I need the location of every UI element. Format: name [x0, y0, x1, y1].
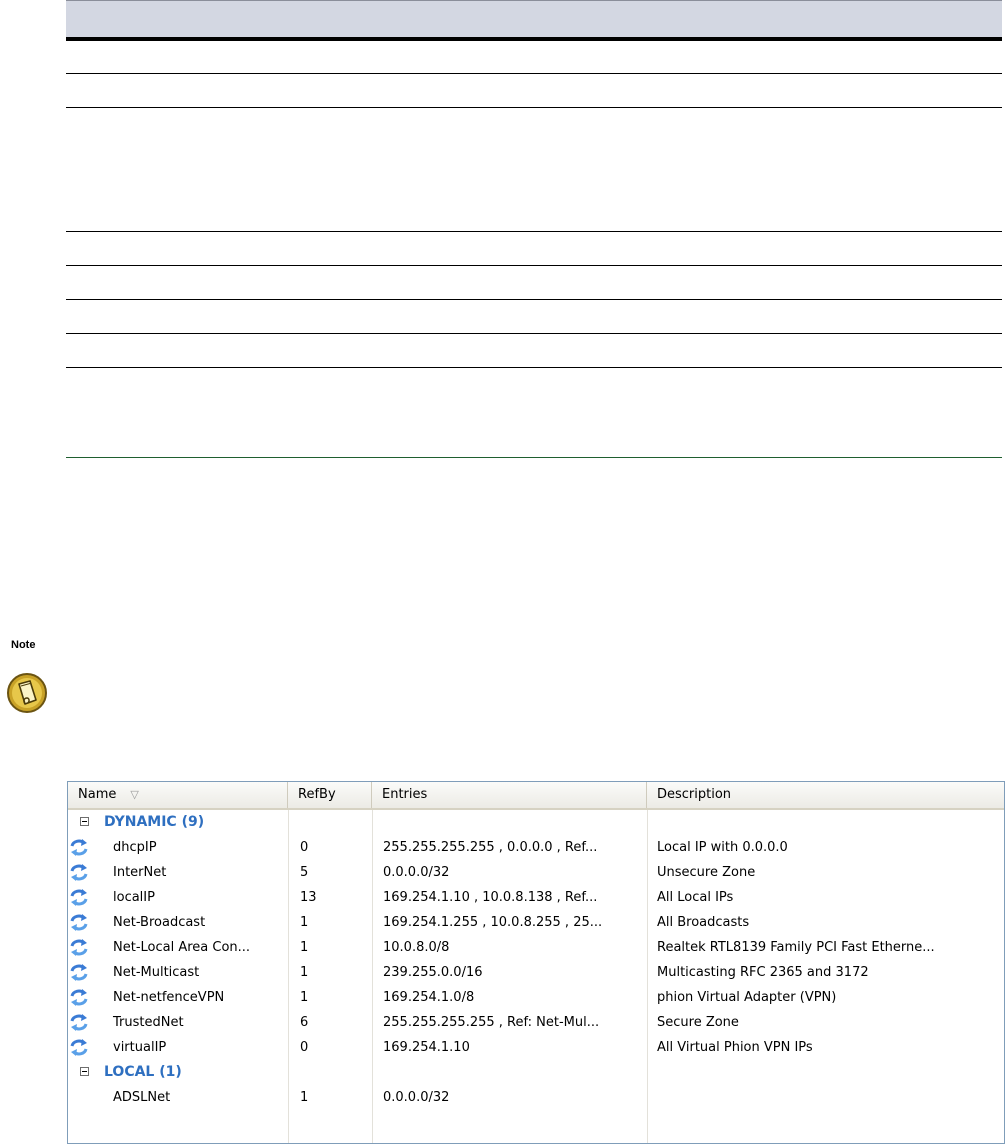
- name-cell: TrustedNet: [68, 1010, 288, 1035]
- refby-cell: 1: [300, 990, 309, 1005]
- dynamic-refresh-icon: [70, 939, 88, 956]
- column-header-name[interactable]: Name ▽: [68, 782, 288, 808]
- object-name: dhcpIP: [113, 840, 157, 855]
- entries-cell: 169.254.1.10: [383, 1040, 470, 1055]
- description-cell: All Virtual Phion VPN IPs: [657, 1040, 813, 1055]
- description-cell: [657, 1085, 997, 1110]
- description-cell: Unsecure Zone: [657, 865, 756, 880]
- network-objects-list[interactable]: Name ▽ RefBy Entries Description DYNAMIC …: [67, 781, 1005, 1144]
- entries-cell: 0.0.0.0/32: [383, 865, 450, 880]
- description-cell: All Broadcasts: [657, 915, 750, 930]
- collapse-toggle-icon[interactable]: [80, 1067, 89, 1076]
- name-cell: ADSLNet: [68, 1085, 288, 1110]
- name-cell: Net-Multicast: [68, 960, 288, 985]
- group-label: DYNAMIC (9): [104, 814, 205, 830]
- refby-cell: 13: [300, 890, 317, 905]
- table-row[interactable]: dhcpIP 0 255.255.255.255 , 0.0.0.0 , Ref..…: [68, 835, 1004, 860]
- name-cell: Net-Local Area Con...: [68, 935, 288, 960]
- column-header-refby-label: RefBy: [298, 787, 336, 802]
- entries-cell: 255.255.255.255 , Ref: Net-Mul...: [383, 1015, 600, 1030]
- entries-cell: 169.254.1.10 , 10.0.8.138 , Ref...: [383, 890, 598, 905]
- table-row[interactable]: TrustedNet 6 255.255.255.255 , Ref: Net-Mu…: [68, 1010, 1004, 1035]
- sort-descending-icon: ▽: [130, 788, 139, 801]
- refby-cell: 1: [300, 915, 309, 930]
- name-cell: dhcpIP: [68, 835, 288, 860]
- table-row[interactable]: Net-Multicast 1 239.255.0.0/16 Multicasting…: [68, 960, 1004, 985]
- refby-cell: 0: [300, 840, 309, 855]
- column-header-refby[interactable]: RefBy: [288, 782, 372, 808]
- name-cell: InterNet: [68, 860, 288, 885]
- description-cell: Local IP with 0.0.0.0: [657, 840, 788, 855]
- dynamic-refresh-icon: [70, 864, 88, 881]
- description-cell: Secure Zone: [657, 1015, 739, 1030]
- note-label: Note: [11, 639, 36, 651]
- refby-cell: 0: [300, 1040, 309, 1055]
- refby-cell: 1: [300, 940, 309, 955]
- entries-cell: 169.254.1.255 , 10.0.8.255 , 25...: [383, 915, 603, 930]
- table-row-divider: [66, 367, 1002, 368]
- description-cell: Multicasting RFC 2365 and 3172: [657, 965, 869, 980]
- name-cell: Net-Broadcast: [68, 910, 288, 935]
- column-header-description-label: Description: [657, 787, 732, 802]
- entries-cell: 10.0.8.0/8: [383, 940, 450, 955]
- table-row[interactable]: Net-Local Area Con... 1 10.0.8.0/8 Realtek …: [68, 935, 1004, 960]
- dynamic-refresh-icon: [70, 989, 88, 1006]
- object-name: Net-Broadcast: [113, 915, 206, 930]
- group-row[interactable]: DYNAMIC (9): [68, 810, 1004, 835]
- dynamic-refresh-icon: [70, 964, 88, 981]
- column-header-entries-label: Entries: [382, 787, 428, 802]
- dynamic-refresh-icon: [70, 1039, 88, 1056]
- description-cell: All Local IPs: [657, 890, 734, 905]
- entries-cell: 255.255.255.255 , 0.0.0.0 , Ref...: [383, 840, 598, 855]
- group-label: LOCAL (1): [104, 1064, 182, 1080]
- table-header-bar: [66, 0, 1002, 37]
- table-row[interactable]: Net-Broadcast 1 169.254.1.255 , 10.0.8.255…: [68, 910, 1004, 935]
- dynamic-refresh-icon: [70, 914, 88, 931]
- entries-cell: 0.0.0.0/32: [383, 1090, 450, 1105]
- table-row-divider: [66, 73, 1002, 74]
- table-row[interactable]: InterNet 5 0.0.0.0/32 Unsecure Zone: [68, 860, 1004, 885]
- refby-cell: 5: [300, 865, 309, 880]
- note-icon: [7, 673, 47, 713]
- table-header-rule: [66, 37, 1002, 41]
- dynamic-refresh-icon: [70, 839, 88, 856]
- object-name: TrustedNet: [113, 1015, 184, 1030]
- name-cell: localIP: [68, 885, 288, 910]
- table-row-divider: [66, 265, 1002, 266]
- description-cell: phion Virtual Adapter (VPN): [657, 990, 837, 1005]
- name-cell: virtualIP: [68, 1035, 288, 1060]
- table-row[interactable]: localIP 13 169.254.1.10 , 10.0.8.138 , Ref…: [68, 885, 1004, 910]
- group-row[interactable]: LOCAL (1): [68, 1060, 1004, 1085]
- object-name: InterNet: [113, 865, 167, 880]
- name-cell: Net-netfenceVPN: [68, 985, 288, 1010]
- entries-cell: 239.255.0.0/16: [383, 965, 483, 980]
- table-bottom-rule: [66, 457, 1002, 458]
- column-header-name-label: Name: [78, 787, 117, 802]
- table-row-divider: [66, 333, 1002, 334]
- object-name: Net-Local Area Con...: [113, 940, 251, 955]
- column-header: Name ▽ RefBy Entries Description: [68, 782, 1004, 810]
- column-header-entries[interactable]: Entries: [372, 782, 647, 808]
- object-name: ADSLNet: [113, 1090, 171, 1105]
- table-row-divider: [66, 231, 1002, 232]
- collapse-toggle-icon[interactable]: [80, 817, 89, 826]
- object-name: virtualIP: [113, 1040, 167, 1055]
- refby-cell: 1: [300, 965, 309, 980]
- description-cell: Realtek RTL8139 Family PCI Fast Etherne.…: [657, 940, 935, 955]
- table-row-divider: [66, 107, 1002, 108]
- table-row-divider: [66, 299, 1002, 300]
- table-row[interactable]: ADSLNet 1 0.0.0.0/32: [68, 1085, 1004, 1110]
- dynamic-refresh-icon: [70, 1014, 88, 1031]
- table-row[interactable]: virtualIP 0 169.254.1.10 All Virtual Phion …: [68, 1035, 1004, 1060]
- dynamic-refresh-icon: [70, 889, 88, 906]
- table-row[interactable]: Net-netfenceVPN 1 169.254.1.0/8 phion Virtu…: [68, 985, 1004, 1010]
- object-name: Net-netfenceVPN: [113, 990, 225, 1005]
- refby-cell: 6: [300, 1015, 309, 1030]
- entries-cell: 169.254.1.0/8: [383, 990, 475, 1005]
- refby-cell: 1: [300, 1090, 309, 1105]
- column-header-description[interactable]: Description: [647, 782, 1004, 808]
- object-name: Net-Multicast: [113, 965, 200, 980]
- object-name: localIP: [113, 890, 155, 905]
